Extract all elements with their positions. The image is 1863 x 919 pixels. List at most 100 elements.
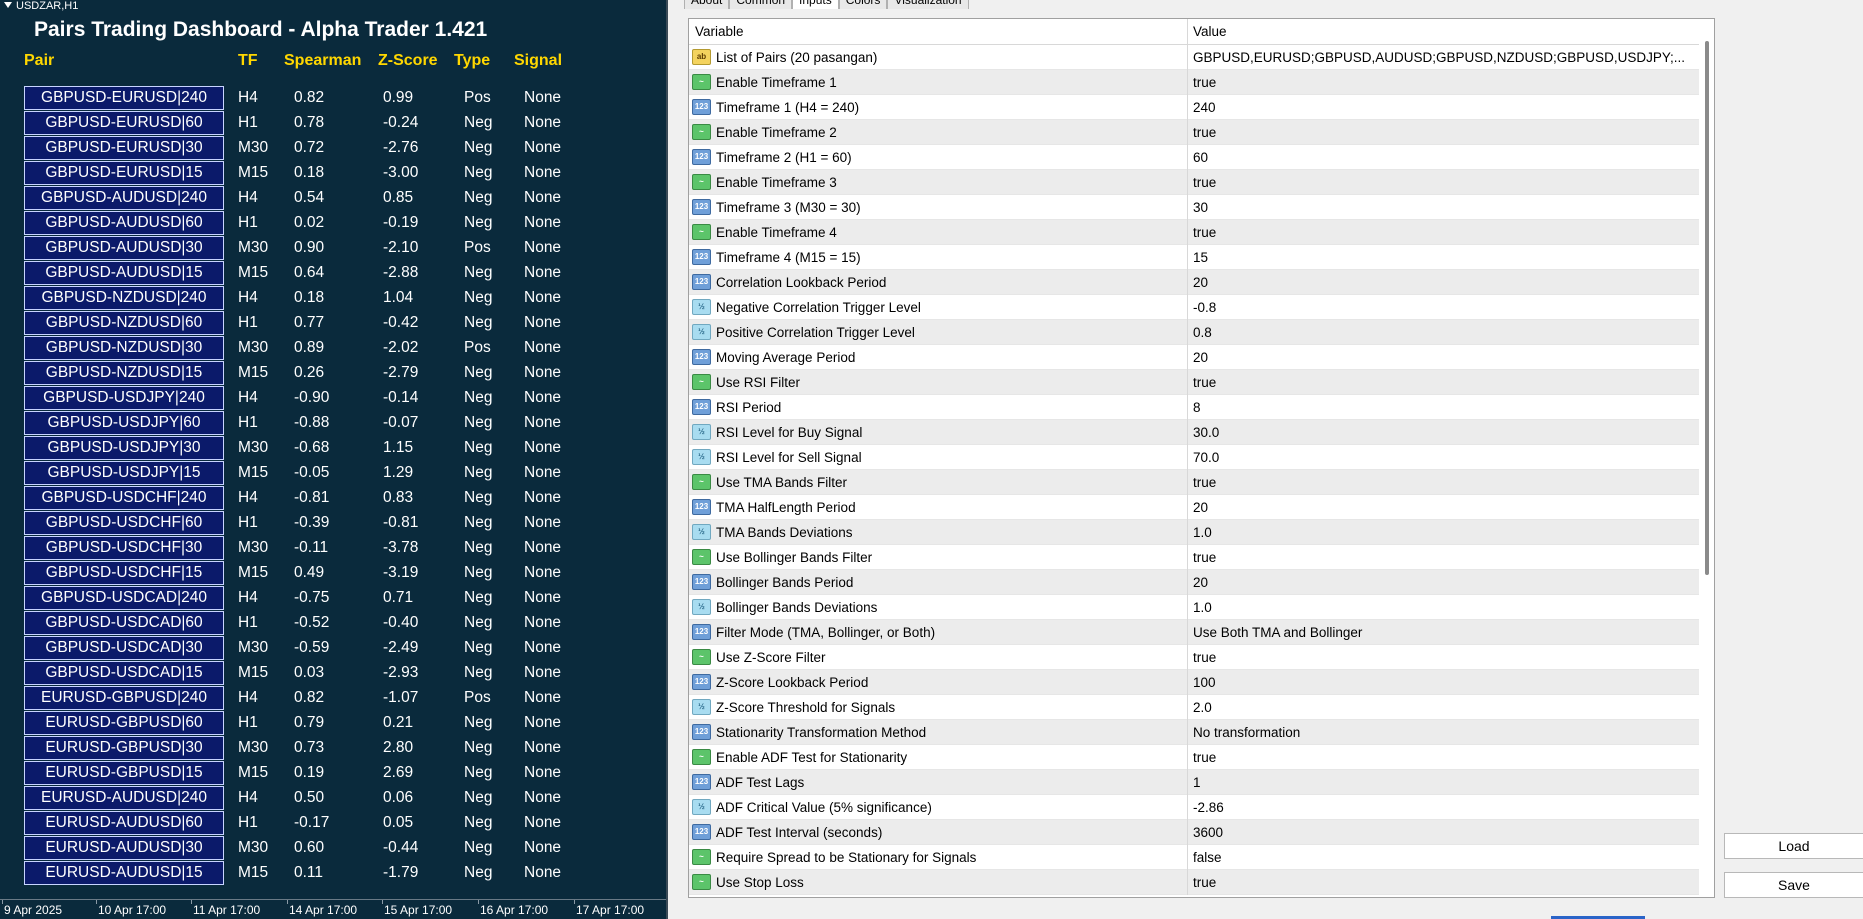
param-row[interactable]: ~ Enable Timeframe 1 true (689, 70, 1699, 95)
param-value[interactable]: 30 (1193, 195, 1693, 220)
param-value[interactable]: false (1193, 845, 1693, 870)
pair-button[interactable]: GBPUSD-USDCAD|60 (24, 611, 224, 635)
param-row[interactable]: ½ RSI Level for Buy Signal 30.0 (689, 420, 1699, 445)
param-value[interactable]: true (1193, 870, 1693, 895)
param-row[interactable]: ½ Negative Correlation Trigger Level -0.8 (689, 295, 1699, 320)
param-row[interactable]: ~ Use Z-Score Filter true (689, 645, 1699, 670)
param-value[interactable]: 60 (1193, 145, 1693, 170)
pair-button[interactable]: EURUSD-AUDUSD|60 (24, 811, 224, 835)
param-value[interactable]: true (1193, 220, 1693, 245)
param-row[interactable]: 123 Stationarity Transformation Method No … (689, 720, 1699, 745)
param-row[interactable]: 123 Bollinger Bands Period 20 (689, 570, 1699, 595)
param-value[interactable]: 2.0 (1193, 695, 1693, 720)
param-value[interactable]: true (1193, 470, 1693, 495)
tab-colors[interactable]: Colors (838, 0, 888, 9)
param-row[interactable]: 123 Correlation Lookback Period 20 (689, 270, 1699, 295)
param-row[interactable]: ½ TMA Bands Deviations 1.0 (689, 520, 1699, 545)
param-value[interactable]: GBPUSD,EURUSD;GBPUSD,AUDUSD;GBPUSD,NZDUS… (1193, 45, 1693, 70)
pair-button[interactable]: GBPUSD-USDJPY|15 (24, 461, 224, 485)
pair-button[interactable]: GBPUSD-AUDUSD|15 (24, 261, 224, 285)
param-row[interactable]: ~ Use RSI Filter true (689, 370, 1699, 395)
save-button[interactable]: Save (1724, 872, 1863, 898)
param-row[interactable]: ½ RSI Level for Sell Signal 70.0 (689, 445, 1699, 470)
pair-button[interactable]: GBPUSD-AUDUSD|60 (24, 211, 224, 235)
param-value[interactable]: true (1193, 370, 1693, 395)
pair-button[interactable]: GBPUSD-USDCHF|15 (24, 561, 224, 585)
pair-button[interactable]: GBPUSD-USDCHF|240 (24, 486, 224, 510)
pair-button[interactable]: GBPUSD-NZDUSD|60 (24, 311, 224, 335)
pair-button[interactable]: GBPUSD-USDJPY|30 (24, 436, 224, 460)
pair-button[interactable]: EURUSD-GBPUSD|15 (24, 761, 224, 785)
param-row[interactable]: 123 Z-Score Lookback Period 100 (689, 670, 1699, 695)
scrollbar-thumb[interactable] (1705, 41, 1709, 575)
param-value[interactable]: true (1193, 120, 1693, 145)
param-row[interactable]: ~ Enable Timeframe 2 true (689, 120, 1699, 145)
param-row[interactable]: ~ Use Bollinger Bands Filter true (689, 545, 1699, 570)
tab-visualization[interactable]: Visualization (887, 0, 969, 9)
grid-scrollbar[interactable] (1699, 19, 1714, 897)
param-row[interactable]: ~ Enable ADF Test for Stationarity true (689, 745, 1699, 770)
param-row[interactable]: 123 ADF Test Lags 1 (689, 770, 1699, 795)
param-value[interactable]: 1.0 (1193, 520, 1693, 545)
param-value[interactable]: 240 (1193, 95, 1693, 120)
pair-button[interactable]: GBPUSD-EURUSD|30 (24, 136, 224, 160)
param-value[interactable]: true (1193, 170, 1693, 195)
pair-button[interactable]: GBPUSD-NZDUSD|240 (24, 286, 224, 310)
pair-button[interactable]: GBPUSD-EURUSD|60 (24, 111, 224, 135)
param-value[interactable]: true (1193, 745, 1693, 770)
pair-button[interactable]: GBPUSD-USDCAD|30 (24, 636, 224, 660)
param-value[interactable]: 1 (1193, 770, 1693, 795)
param-value[interactable]: 20 (1193, 345, 1693, 370)
param-value[interactable]: 8 (1193, 395, 1693, 420)
pair-button[interactable]: GBPUSD-AUDUSD|30 (24, 236, 224, 260)
param-value[interactable]: 20 (1193, 570, 1693, 595)
pair-button[interactable]: GBPUSD-USDCHF|30 (24, 536, 224, 560)
param-row[interactable]: ½ ADF Critical Value (5% significance) -2.… (689, 795, 1699, 820)
param-value[interactable]: 1.0 (1193, 595, 1693, 620)
param-value[interactable]: 100 (1193, 670, 1693, 695)
pair-button[interactable]: EURUSD-GBPUSD|240 (24, 686, 224, 710)
param-row[interactable]: 123 ADF Test Interval (seconds) 3600 (689, 820, 1699, 845)
pair-button[interactable]: EURUSD-AUDUSD|240 (24, 786, 224, 810)
param-value[interactable]: No transformation (1193, 720, 1693, 745)
param-row[interactable]: ~ Enable Timeframe 3 true (689, 170, 1699, 195)
pair-button[interactable]: GBPUSD-EURUSD|240 (24, 86, 224, 110)
param-value[interactable]: -0.8 (1193, 295, 1693, 320)
pair-button[interactable]: GBPUSD-USDCAD|15 (24, 661, 224, 685)
pair-button[interactable]: EURUSD-AUDUSD|15 (24, 861, 224, 885)
param-value[interactable]: true (1193, 545, 1693, 570)
param-value[interactable]: 0.8 (1193, 320, 1693, 345)
param-row[interactable]: ½ Z-Score Threshold for Signals 2.0 (689, 695, 1699, 720)
param-row[interactable]: ~ Use TMA Bands Filter true (689, 470, 1699, 495)
pair-button[interactable]: GBPUSD-AUDUSD|240 (24, 186, 224, 210)
param-row[interactable]: ½ Positive Correlation Trigger Level 0.8 (689, 320, 1699, 345)
pair-button[interactable]: GBPUSD-USDJPY|240 (24, 386, 224, 410)
param-value[interactable]: true (1193, 645, 1693, 670)
param-row[interactable]: 123 RSI Period 8 (689, 395, 1699, 420)
param-row[interactable]: 123 TMA HalfLength Period 20 (689, 495, 1699, 520)
pair-button[interactable]: EURUSD-GBPUSD|60 (24, 711, 224, 735)
tab-about[interactable]: About (684, 0, 730, 9)
param-value[interactable]: Use Both TMA and Bollinger (1193, 620, 1693, 645)
param-row[interactable]: 123 Timeframe 2 (H1 = 60) 60 (689, 145, 1699, 170)
param-row[interactable]: ~ Enable Timeframe 4 true (689, 220, 1699, 245)
pair-button[interactable]: EURUSD-GBPUSD|30 (24, 736, 224, 760)
param-value[interactable]: 20 (1193, 495, 1693, 520)
pair-button[interactable]: EURUSD-AUDUSD|30 (24, 836, 224, 860)
param-row[interactable]: 123 Moving Average Period 20 (689, 345, 1699, 370)
param-value[interactable]: 70.0 (1193, 445, 1693, 470)
param-value[interactable]: 30.0 (1193, 420, 1693, 445)
pair-button[interactable]: GBPUSD-NZDUSD|15 (24, 361, 224, 385)
pair-button[interactable]: GBPUSD-NZDUSD|30 (24, 336, 224, 360)
pair-button[interactable]: GBPUSD-EURUSD|15 (24, 161, 224, 185)
param-value[interactable]: 3600 (1193, 820, 1693, 845)
param-row[interactable]: ½ Bollinger Bands Deviations 1.0 (689, 595, 1699, 620)
param-row[interactable]: ab List of Pairs (20 pasangan) GBPUSD,EURU… (689, 45, 1699, 70)
chart-window[interactable]: USDZAR,H1 Pairs Trading Dashboard - Alph… (0, 0, 668, 919)
pair-button[interactable]: GBPUSD-USDCAD|240 (24, 586, 224, 610)
pair-button[interactable]: GBPUSD-USDJPY|60 (24, 411, 224, 435)
tab-common[interactable]: Common (729, 0, 793, 9)
param-value[interactable]: 15 (1193, 245, 1693, 270)
param-row[interactable]: 123 Filter Mode (TMA, Bollinger, or Both)… (689, 620, 1699, 645)
param-row[interactable]: ~ Require Spread to be Stationary for Sig… (689, 845, 1699, 870)
